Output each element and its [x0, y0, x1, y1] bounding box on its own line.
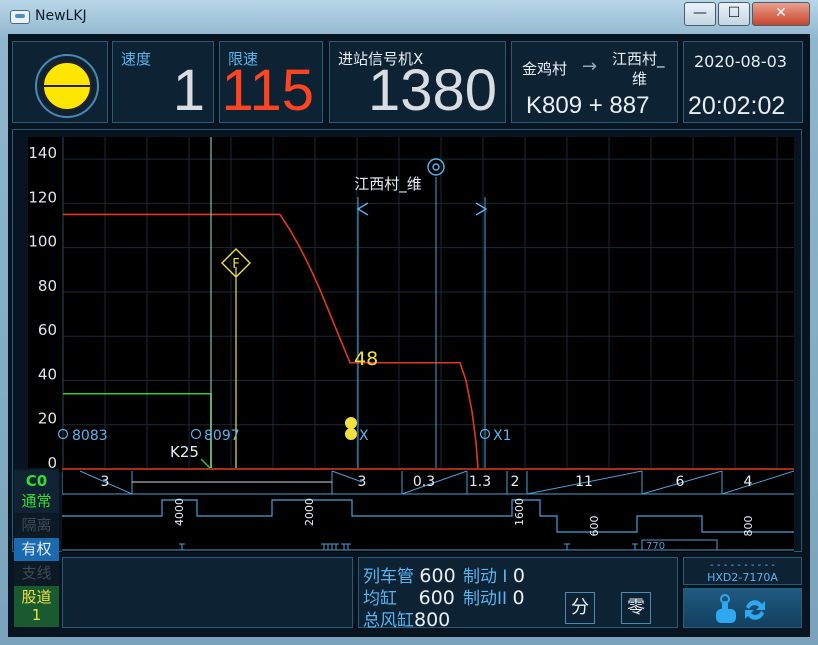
gradient-label: 4: [744, 474, 753, 490]
y-tick-label: 80: [38, 277, 57, 295]
f-marker-label: F: [232, 257, 239, 272]
minimize-button[interactable]: —: [684, 2, 716, 26]
date-text: 2020-08-03: [694, 52, 787, 71]
curve-label: 2000: [303, 498, 316, 526]
signal-marker-label: 8097: [204, 428, 240, 444]
signal-distance-value: 1380: [367, 58, 497, 123]
direction-arrow-icon: →: [582, 56, 598, 77]
tunnel-label: 770: [646, 541, 665, 552]
yellow-lamp-top: [345, 417, 357, 429]
gradient-label: 2: [511, 474, 520, 490]
brake2-row: 制动II 0: [463, 584, 525, 609]
curve-label: 1600: [513, 498, 526, 526]
to-station-line2: 维: [632, 70, 648, 88]
kilometer-marker-label: K25: [170, 443, 199, 461]
track-number: 1: [14, 604, 59, 627]
signal-distance-panel: 进站信号机X 1380: [329, 41, 506, 123]
y-tick-label: 40: [38, 365, 57, 383]
touch-refresh-button[interactable]: [683, 588, 802, 628]
gradient-label: 0.3: [413, 474, 435, 490]
limit-panel: 限速 115: [219, 41, 323, 123]
close-button[interactable]: ✕: [752, 2, 810, 26]
gradient-label: 3: [358, 474, 367, 490]
station-label: 江西村_维: [354, 175, 422, 194]
app-logo-icon: [10, 10, 30, 24]
curve-label: 800: [742, 516, 755, 537]
yellow-lamp-bottom: [345, 428, 357, 440]
station-panel: 金鸡村 → 江西村_ 维 K809 + 887: [511, 41, 678, 123]
signal-panel: [12, 41, 108, 123]
locomotive-model: HXD2-7170A: [707, 571, 778, 584]
fen-button[interactable]: 分: [565, 592, 595, 624]
speed-chart: 020406080100120140 江西村_维48F8083 8097 X1XK2…: [28, 137, 794, 472]
gradient-label: 1.3: [469, 474, 491, 490]
normal-mode-button[interactable]: 通常: [14, 490, 59, 513]
touch-refresh-icon: [716, 594, 765, 623]
y-tick-label: 60: [38, 321, 57, 339]
gradient-label: 6: [676, 474, 685, 490]
authorized-button[interactable]: 有权: [14, 538, 59, 561]
speed-panel: 速度 1: [112, 41, 214, 123]
y-tick-label: 100: [28, 233, 57, 251]
limit-value: 115: [221, 58, 314, 123]
x-signal-label: X: [359, 428, 369, 444]
app-window: NewLKJ — ☐ ✕ 速度 1 限速 115 进站信号机X 1380 金鸡村…: [0, 0, 818, 645]
main-reservoir-row: 总风缸800: [363, 606, 450, 631]
side-status: C0 通常 隔离 有权 支线 股道 1: [14, 468, 59, 628]
speed-value: 1: [172, 58, 205, 123]
branch-line-button[interactable]: 支线: [14, 562, 59, 585]
y-tick-label: 120: [28, 188, 57, 206]
yellow-signal-lamp-icon: [35, 54, 99, 118]
brake2-value: 0: [512, 587, 525, 609]
kilometer-post: K809 + 887: [526, 92, 650, 119]
message-panel: [62, 557, 353, 628]
time-text: 20:02:02: [688, 92, 786, 120]
curve-label: 600: [588, 516, 601, 537]
gradient-label: 3: [101, 474, 110, 490]
y-tick-label: 20: [38, 410, 57, 428]
track-profile: 3 3 0.3 1.3 2 11 6 4 4000 2000 1600 600 800 770: [62, 468, 794, 552]
maximize-button[interactable]: ☐: [718, 2, 750, 26]
signal-marker-label: X1: [493, 428, 512, 444]
main-reservoir-label: 总风缸: [363, 611, 414, 631]
isolate-mode-button[interactable]: 隔离: [14, 514, 59, 537]
y-tick-label: 140: [28, 144, 57, 162]
ling-button[interactable]: 零: [621, 592, 651, 624]
to-station-line1: 江西村_: [612, 50, 665, 68]
speed-limit-label: 48: [354, 348, 378, 370]
clock-panel: 2020-08-03 20:02:02: [683, 41, 803, 123]
title-bar[interactable]: NewLKJ — ☐ ✕: [0, 0, 818, 32]
from-station: 金鸡村: [522, 60, 568, 78]
locomotive-panel: - - - - - - - - - - HXD2-7170A: [683, 557, 802, 585]
window-title: NewLKJ: [35, 8, 87, 24]
gradient-label: 11: [575, 474, 593, 490]
pressure-panel: 列车管 600 均缸 600 总风缸800 制动 I 0 制动II 0 分 零: [358, 557, 678, 631]
brake2-label: 制动II: [463, 589, 508, 609]
curve-label: 4000: [173, 498, 186, 526]
speed-label: 速度: [121, 50, 152, 68]
main-reservoir-value: 800: [414, 609, 451, 631]
locomotive-dashes: - - - - - - - - - -: [710, 560, 775, 571]
signal-marker-label: 8083: [72, 428, 108, 444]
